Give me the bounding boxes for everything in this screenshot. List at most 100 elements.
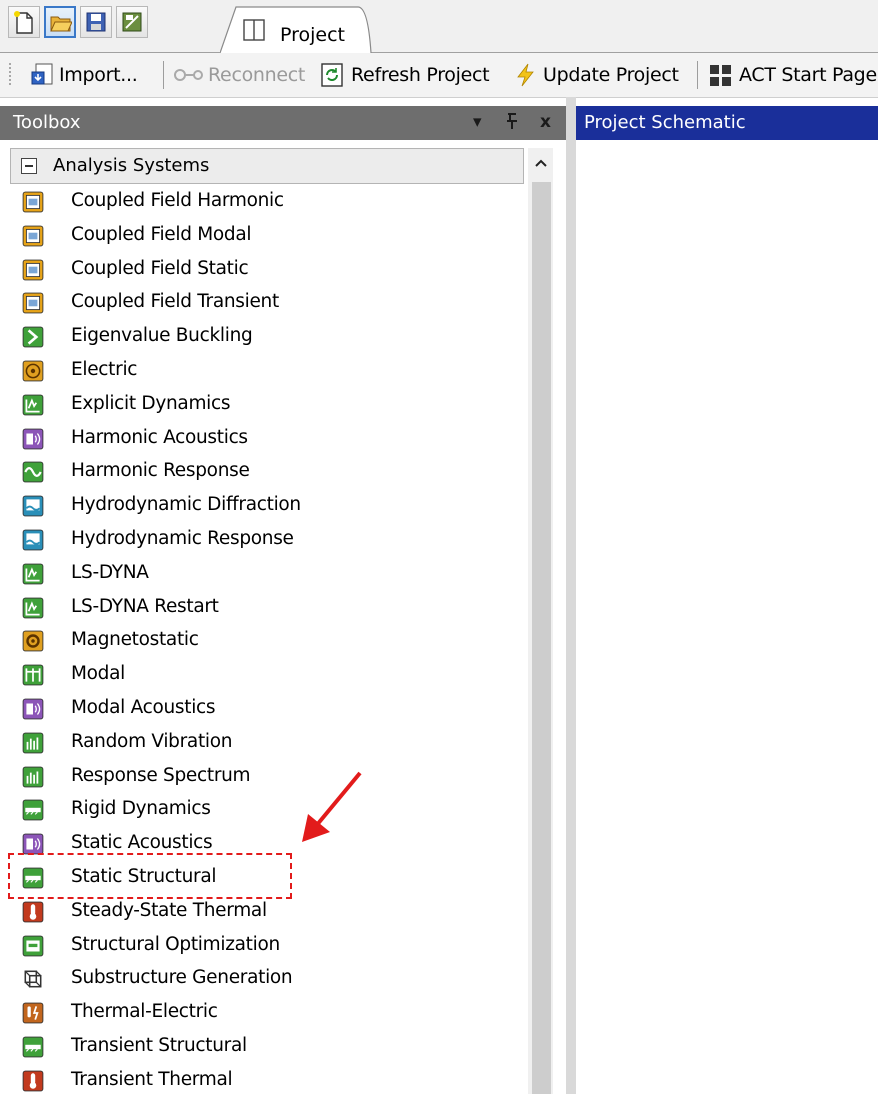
analysis-system-item[interactable]: Magnetostatic [22,627,522,657]
scroll-up-button[interactable] [528,148,553,178]
lightning-icon [517,63,534,87]
refresh-icon [321,63,343,87]
dropdown-arrow-icon[interactable]: ▾ [473,112,482,132]
thermal-electric-icon [22,1002,44,1024]
static-structural-highlight [8,853,292,899]
analysis-system-item[interactable]: Coupled Field Modal [22,222,522,252]
toolbox-header: Toolbox ▾ x [0,106,566,140]
tab-project-label: Project [280,24,346,46]
toolbar-separator [697,61,698,89]
save-as-button[interactable] [116,6,148,38]
coupled-field-icon [22,225,44,247]
analysis-system-label: Magnetostatic [71,629,199,651]
annotation-arrow-icon [302,771,362,842]
coupled-field-icon [22,259,44,280]
toolbar: Import... Reconnect Refresh Project Upda… [0,53,878,98]
new-project-button[interactable] [8,6,40,38]
analysis-system-label: Coupled Field Modal [71,223,252,245]
open-project-button[interactable] [44,6,76,38]
folder-open-icon [50,16,72,32]
electric-icon [22,360,44,382]
analysis-system-label: Response Spectrum [71,764,251,786]
analysis-system-item[interactable]: Modal Acoustics [22,695,522,725]
project-schematic-area[interactable] [576,140,878,1094]
structural-icon [22,1036,44,1058]
pin-icon[interactable] [505,112,519,135]
explicit-icon [22,394,44,416]
hydro-icon [22,529,44,551]
collapse-icon[interactable] [21,158,37,174]
analysis-system-label: Coupled Field Harmonic [71,190,284,211]
analysis-system-item[interactable]: Eigenvalue Buckling [22,323,522,353]
hydro-icon [22,495,44,517]
project-schematic-header: Project Schematic [576,106,878,140]
analysis-systems-group[interactable]: Analysis Systems [10,148,524,184]
analysis-system-item[interactable]: Steady-State Thermal [22,898,522,928]
analysis-system-item[interactable]: LS-DYNA [22,560,522,590]
reconnect-button[interactable]: Reconnect [172,53,305,97]
spectrum-icon [22,732,44,754]
analysis-system-item[interactable]: Substructure Generation [22,965,522,995]
analysis-system-label: Structural Optimization [71,933,280,955]
close-icon[interactable]: x [540,112,551,132]
analysis-system-label: Harmonic Response [71,460,250,482]
refresh-project-button[interactable]: Refresh Project [319,53,490,97]
analysis-system-item[interactable]: Coupled Field Transient [22,289,522,319]
analysis-system-item[interactable]: Harmonic Response [22,458,522,488]
coupled-field-icon [22,292,44,314]
analysis-system-label: Modal [71,663,126,685]
save-button[interactable] [80,6,112,38]
schematic-title: Project Schematic [584,112,746,133]
acoustics-icon [22,698,44,720]
eigenvalue-icon [22,326,44,348]
analysis-system-label: Coupled Field Transient [71,291,279,313]
thermal-icon [22,901,44,923]
group-label: Analysis Systems [53,155,210,176]
grid-icon [710,65,731,86]
analysis-system-label: Hydrodynamic Response [71,528,294,549]
analysis-system-item[interactable]: Transient Structural [22,1033,522,1063]
project-panel-icon [243,19,265,41]
scrollbar-thumb[interactable] [532,182,551,1094]
acoustics-icon [22,428,44,449]
act-start-page-button[interactable]: ACT Start Page [709,53,877,97]
update-label: Update Project [543,64,679,86]
analysis-system-item[interactable]: Hydrodynamic Response [22,526,522,556]
thermal-icon [22,1070,44,1092]
analysis-system-item[interactable]: Coupled Field Static [22,256,522,286]
tab-strip: Project [0,0,878,53]
analysis-system-label: Random Vibration [71,730,233,752]
optimization-icon [22,935,44,956]
new-file-icon [14,11,33,34]
analysis-system-item[interactable]: Transient Thermal [22,1067,522,1097]
analysis-system-item[interactable]: Coupled Field Harmonic [22,188,522,218]
analysis-system-item[interactable]: Response Spectrum [22,763,522,793]
analysis-system-item[interactable]: Rigid Dynamics [22,796,522,826]
refresh-label: Refresh Project [351,64,490,86]
import-button[interactable]: Import... [30,53,138,97]
analysis-system-label: Substructure Generation [71,967,293,989]
tab-project[interactable]: Project [220,6,372,53]
update-project-button[interactable]: Update Project [514,53,679,97]
analysis-system-item[interactable]: Random Vibration [22,729,522,759]
save-icon [86,12,106,32]
modal-icon [22,664,44,686]
toolbar-grip[interactable] [9,63,13,85]
analysis-system-item[interactable]: Structural Optimization [22,932,522,962]
analysis-system-item[interactable]: Modal [22,661,522,691]
analysis-system-item[interactable]: Electric [22,357,522,387]
panel-splitter[interactable] [566,97,576,1094]
analysis-system-label: Steady-State Thermal [71,899,267,921]
analysis-system-label: Hydrodynamic Diffraction [71,494,301,516]
analysis-system-item[interactable]: Harmonic Acoustics [22,425,522,455]
analysis-system-label: LS-DYNA Restart [71,595,219,617]
analysis-system-item[interactable]: Explicit Dynamics [22,391,522,421]
analysis-system-item[interactable]: Hydrodynamic Diffraction [22,492,522,522]
explicit-icon [22,597,44,618]
toolbox-title: Toolbox [13,112,81,133]
analysis-system-item[interactable]: LS-DYNA Restart [22,594,522,624]
analysis-system-item[interactable]: Thermal-Electric [22,999,522,1029]
substructure-icon [22,968,42,988]
chevron-up-icon [534,159,547,167]
analysis-system-label: Explicit Dynamics [71,392,231,414]
